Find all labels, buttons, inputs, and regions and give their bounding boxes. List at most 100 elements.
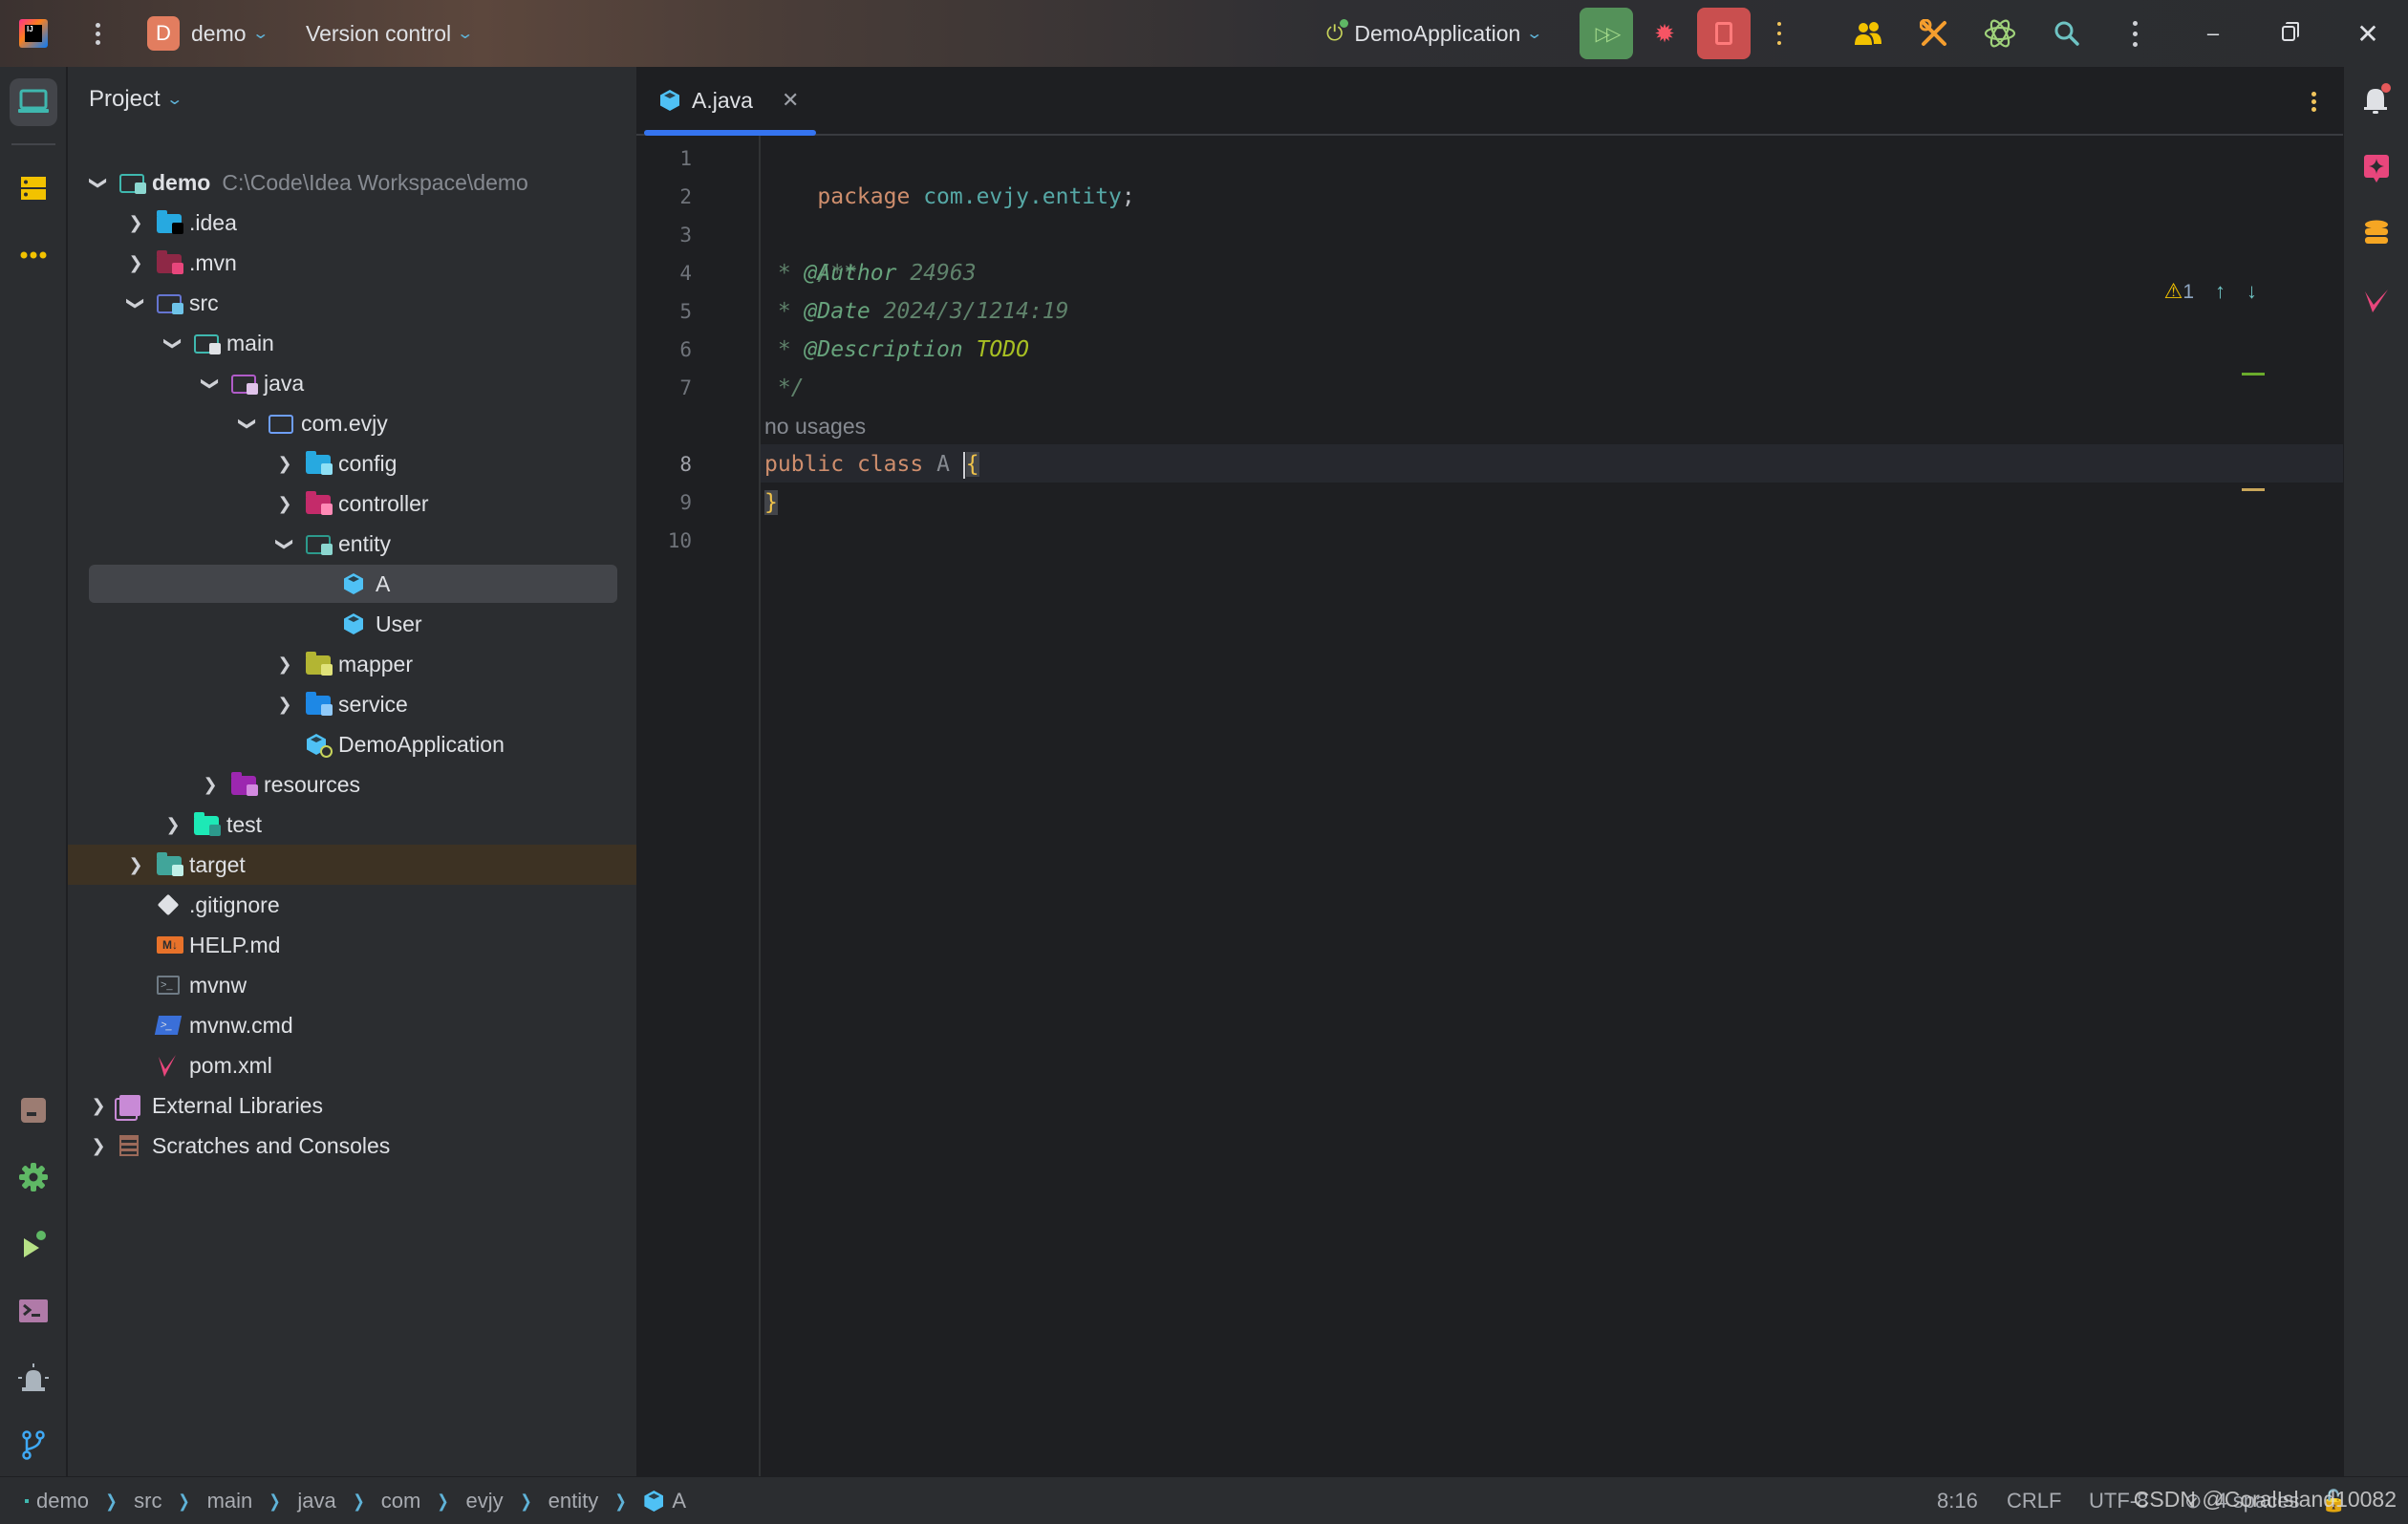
tree-item-external-libraries[interactable]: ❯ External Libraries bbox=[68, 1085, 636, 1126]
tree-item-mvnw-cmd[interactable]: >_ mvnw.cmd bbox=[68, 1005, 636, 1045]
code-line-5[interactable]: * @Date 2024/3/1214:19 bbox=[764, 292, 1069, 331]
tree-item-gitignore[interactable]: .gitignore bbox=[68, 885, 636, 925]
code-line-4[interactable]: * @Author 24963 bbox=[764, 254, 977, 292]
ai-chat-button[interactable] bbox=[2357, 149, 2396, 187]
tree-item-config[interactable]: ❯ config bbox=[68, 443, 636, 483]
breadcrumb-item[interactable]: demo bbox=[36, 1489, 89, 1513]
next-highlight-arrow-icon[interactable]: ↓ bbox=[2247, 279, 2257, 304]
tree-item-idea[interactable]: ❯ .idea bbox=[68, 203, 636, 243]
chevron-right-icon[interactable]: ❯ bbox=[163, 815, 183, 835]
breadcrumb-item[interactable]: A bbox=[672, 1489, 686, 1513]
caret-position[interactable]: 8:16 bbox=[1937, 1477, 1978, 1524]
tree-item-controller[interactable]: ❯ controller bbox=[68, 483, 636, 524]
project-selector[interactable]: demo ⌄ bbox=[191, 0, 269, 67]
inspection-widget[interactable]: ⚠1 ↑ ↓ bbox=[2164, 279, 2257, 304]
tab-a-java[interactable]: A.java ✕ bbox=[659, 67, 799, 134]
tree-item-mvn[interactable]: ❯ .mvn bbox=[68, 243, 636, 283]
tree-item-src[interactable]: ❯ src bbox=[68, 283, 636, 323]
tree-item-demo[interactable]: ❯ demo C:\Code\Idea Workspace\demo bbox=[68, 162, 636, 203]
chevron-right-icon[interactable]: ❯ bbox=[126, 253, 145, 273]
database-button[interactable] bbox=[2357, 215, 2396, 253]
usages-inlay-hint[interactable]: no usages bbox=[764, 407, 866, 445]
minimize-button[interactable]: – bbox=[2194, 0, 2232, 67]
tree-item-pom-xml[interactable]: pom.xml bbox=[68, 1045, 636, 1085]
notifications-button[interactable] bbox=[2357, 80, 2396, 118]
chevron-down-icon[interactable]: ❯ bbox=[275, 534, 295, 553]
run-more-actions-button[interactable] bbox=[1770, 0, 1789, 67]
debug-button[interactable]: ✹ bbox=[1645, 0, 1684, 67]
code-line-8[interactable]: public class A { bbox=[764, 445, 979, 483]
tab-actions-button[interactable] bbox=[2311, 90, 2316, 113]
breadcrumb-item[interactable]: src bbox=[134, 1489, 161, 1513]
version-control-menu[interactable]: Version control ⌄ bbox=[306, 0, 474, 67]
ai-assistant-button[interactable] bbox=[1979, 0, 2021, 67]
breadcrumb-item[interactable]: entity bbox=[548, 1489, 599, 1513]
restore-button[interactable] bbox=[2269, 0, 2308, 67]
stop-button[interactable] bbox=[1697, 8, 1751, 59]
tree-item-target[interactable]: ❯ target bbox=[68, 845, 636, 885]
tree-item-scratches-and-consoles[interactable]: ❯ Scratches and Consoles bbox=[68, 1126, 636, 1166]
tree-item-help-md[interactable]: M↓ HELP.md bbox=[68, 925, 636, 965]
rerun-button[interactable]: ▷▷ bbox=[1580, 8, 1633, 59]
chevron-down-icon[interactable]: ❯ bbox=[238, 414, 258, 433]
maven-button[interactable] bbox=[2357, 282, 2396, 320]
project-view-selector[interactable]: Project ⌄ bbox=[89, 86, 183, 113]
settings-tool-button[interactable] bbox=[10, 1153, 57, 1201]
breadcrumb-item[interactable]: evjy bbox=[465, 1489, 503, 1513]
chevron-down-icon[interactable]: ❯ bbox=[126, 293, 146, 312]
breadcrumb-item[interactable]: main bbox=[207, 1489, 253, 1513]
tree-item-test[interactable]: ❯ test bbox=[68, 805, 636, 845]
tree-item-user[interactable]: User bbox=[68, 604, 636, 644]
chevron-right-icon[interactable]: ❯ bbox=[89, 1096, 108, 1116]
chevron-right-icon[interactable]: ❯ bbox=[126, 855, 145, 875]
tree-item-demoapplication[interactable]: DemoApplication bbox=[68, 724, 636, 764]
tree-item-java[interactable]: ❯ java bbox=[68, 363, 636, 403]
run-configuration-selector[interactable]: ⏻ DemoApplication ⌄ bbox=[1326, 0, 1543, 67]
git-tool-button[interactable] bbox=[10, 1421, 57, 1469]
code-line-3[interactable]: /** bbox=[764, 216, 857, 286]
tree-item-mapper[interactable]: ❯ mapper bbox=[68, 644, 636, 684]
run-tool-button[interactable] bbox=[10, 1220, 57, 1268]
breadcrumb-item[interactable]: java bbox=[297, 1489, 335, 1513]
chevron-down-icon[interactable]: ❯ bbox=[89, 173, 109, 192]
tree-item-resources[interactable]: ❯ resources bbox=[68, 764, 636, 805]
chevron-down-icon[interactable]: ❯ bbox=[201, 374, 221, 393]
tree-item-mvnw[interactable]: >_ mvnw bbox=[68, 965, 636, 1005]
code-with-me-button[interactable] bbox=[1847, 0, 1889, 67]
code-line-9[interactable]: } bbox=[764, 483, 778, 522]
tree-item-main[interactable]: ❯ main bbox=[68, 323, 636, 363]
previous-highlight-arrow-icon[interactable]: ↑ bbox=[2215, 279, 2225, 304]
more-actions-button[interactable] bbox=[2125, 0, 2144, 67]
tree-item-service[interactable]: ❯ service bbox=[68, 684, 636, 724]
project-badge[interactable]: D bbox=[147, 16, 180, 51]
code-line-7[interactable]: */ bbox=[764, 369, 805, 407]
breadcrumb-item[interactable]: com bbox=[381, 1489, 421, 1513]
main-menu-button[interactable] bbox=[88, 0, 107, 67]
line-separator[interactable]: CRLF bbox=[2007, 1477, 2061, 1524]
more-tool-windows-button[interactable] bbox=[10, 231, 57, 279]
chevron-right-icon[interactable]: ❯ bbox=[275, 655, 294, 675]
services-tool-button[interactable] bbox=[10, 1086, 57, 1134]
code-line-6[interactable]: * @Description TODO bbox=[764, 331, 1029, 369]
structure-tool-button[interactable] bbox=[10, 164, 57, 212]
search-everywhere-button[interactable] bbox=[2046, 0, 2088, 67]
warnings-indicator[interactable]: ⚠1 bbox=[2164, 279, 2194, 304]
intellij-logo-icon[interactable]: IJ bbox=[19, 18, 50, 49]
chevron-right-icon[interactable]: ❯ bbox=[89, 1136, 108, 1156]
tree-item-a[interactable]: A bbox=[68, 564, 636, 604]
problems-tool-button[interactable] bbox=[10, 1354, 57, 1402]
chevron-right-icon[interactable]: ❯ bbox=[201, 775, 220, 795]
code-line-1[interactable]: package com.evjy.entity; bbox=[764, 140, 1134, 209]
chevron-down-icon[interactable]: ❯ bbox=[163, 333, 183, 353]
scrollbar-marker-warning[interactable] bbox=[2242, 488, 2265, 491]
chevron-right-icon[interactable]: ❯ bbox=[275, 454, 294, 474]
project-tool-button[interactable] bbox=[10, 78, 57, 126]
code-editor[interactable]: package com.evjy.entity; /** * @Author 2… bbox=[763, 136, 2343, 1476]
terminal-tool-button[interactable] bbox=[10, 1287, 57, 1335]
close-window-button[interactable]: ✕ bbox=[2349, 0, 2387, 67]
tree-item-com-evjy[interactable]: ❯ com.evjy bbox=[68, 403, 636, 443]
chevron-right-icon[interactable]: ❯ bbox=[126, 213, 145, 233]
tools-button[interactable] bbox=[1913, 0, 1955, 67]
close-tab-icon[interactable]: ✕ bbox=[782, 88, 799, 113]
chevron-right-icon[interactable]: ❯ bbox=[275, 494, 294, 514]
